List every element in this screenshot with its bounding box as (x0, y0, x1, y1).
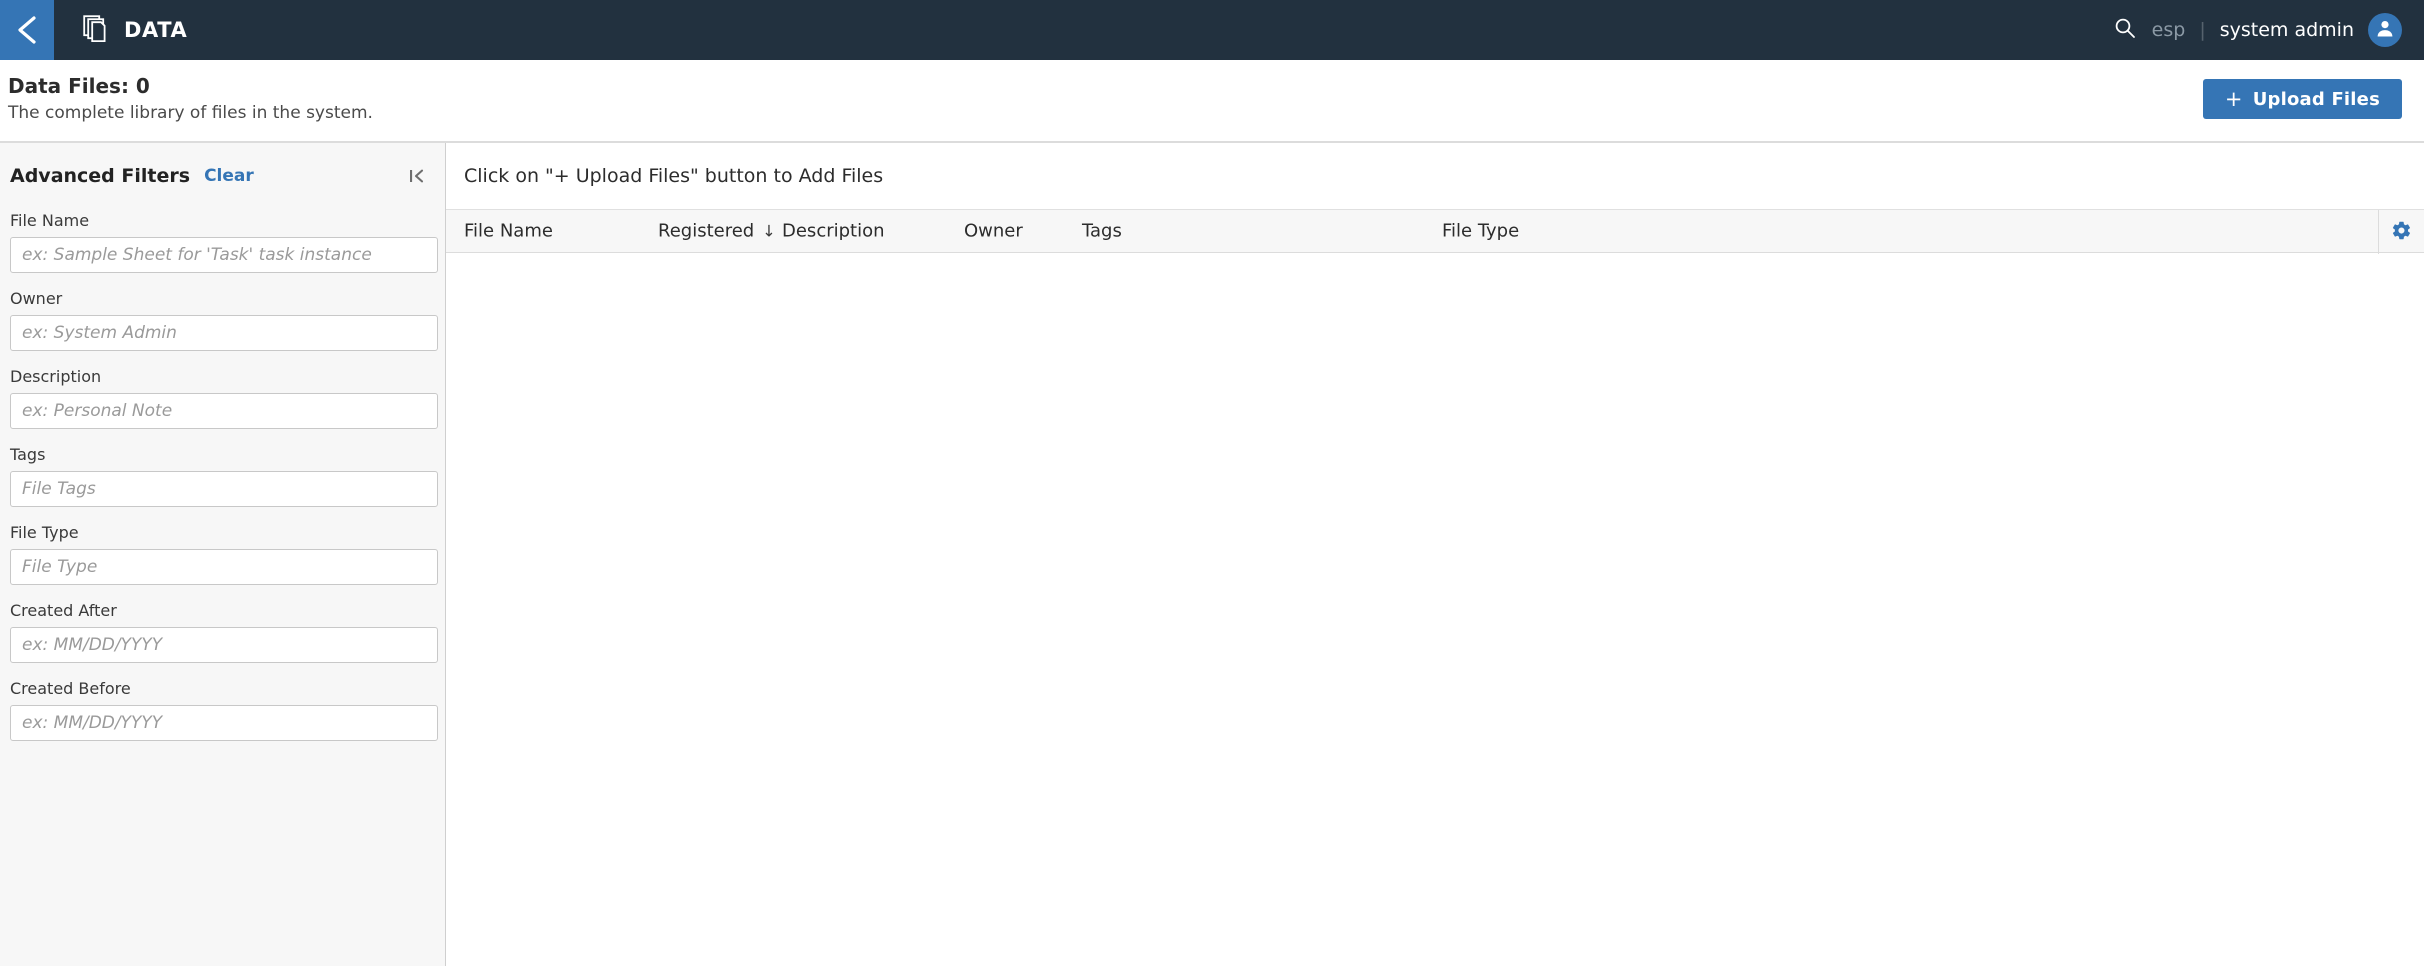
filter-input-file-type[interactable] (10, 549, 438, 585)
page-app-title: DATA (124, 18, 188, 42)
column-label-file-type: File Type (1442, 220, 1520, 242)
collapse-panel-button[interactable] (407, 166, 427, 190)
column-header-tags[interactable]: Tags (1082, 221, 1122, 242)
filter-input-created-after[interactable] (10, 627, 438, 663)
filter-field-file-type: File Type (8, 523, 438, 585)
table-settings-button[interactable] (2378, 210, 2424, 254)
page-subtitle: The complete library of files in the sys… (8, 103, 373, 123)
search-icon (2114, 17, 2136, 43)
table-header-row: File Name Registered ↓ Description Owner… (446, 209, 2424, 254)
column-header-file-name[interactable]: File Name (464, 221, 553, 242)
data-files-table-area: Click on "+ Upload Files" button to Add … (446, 143, 2424, 966)
filter-label-description: Description (10, 367, 102, 386)
column-label-description: Description (782, 220, 885, 242)
language-link-esp[interactable]: esp (2152, 19, 2186, 41)
filter-label-file-type: File Type (10, 523, 79, 542)
table-body (446, 253, 2424, 966)
column-header-registered[interactable]: Registered ↓ (658, 221, 776, 242)
filter-label-tags: Tags (10, 445, 46, 464)
clear-filters-button[interactable]: Clear (204, 166, 254, 186)
app-header: DATA esp | system admin (0, 0, 2424, 60)
column-label-file-name: File Name (464, 220, 553, 242)
filter-field-created-before: Created Before (8, 679, 438, 741)
filter-field-owner: Owner (8, 289, 438, 351)
collapse-panel-left-icon (407, 166, 427, 190)
page-header: Data Files: 0 The complete library of fi… (0, 60, 2424, 143)
upload-files-label: Upload Files (2252, 88, 2380, 110)
advanced-filters-panel: Advanced Filters Clear File Name Owner D… (0, 143, 446, 966)
filter-label-created-after: Created After (10, 601, 117, 620)
column-label-tags: Tags (1082, 220, 1122, 242)
filter-input-created-before[interactable] (10, 705, 438, 741)
filter-field-description: Description (8, 367, 438, 429)
avatar[interactable] (2368, 13, 2402, 47)
back-button[interactable] (0, 0, 54, 60)
search-button[interactable] (2108, 13, 2142, 47)
current-user-name[interactable]: system admin (2220, 19, 2354, 41)
filter-label-owner: Owner (10, 289, 63, 308)
filter-input-tags[interactable] (10, 471, 438, 507)
column-header-description[interactable]: Description (782, 221, 885, 242)
filter-label-file-name: File Name (10, 211, 90, 230)
advanced-filters-title: Advanced Filters (10, 165, 191, 187)
page-body: Advanced Filters Clear File Name Owner D… (0, 143, 2424, 966)
filter-field-tags: Tags (8, 445, 438, 507)
header-separator: | (2199, 19, 2206, 41)
filter-input-file-name[interactable] (10, 237, 438, 273)
files-stack-icon (82, 14, 110, 46)
page-header-text: Data Files: 0 The complete library of fi… (8, 73, 373, 125)
column-header-owner[interactable]: Owner (964, 221, 1023, 242)
filter-label-created-before: Created Before (10, 679, 131, 698)
filter-field-file-name: File Name (8, 211, 438, 273)
filter-field-created-after: Created After (8, 601, 438, 663)
filter-input-description[interactable] (10, 393, 438, 429)
plus-icon: + (2224, 86, 2243, 111)
column-label-owner: Owner (964, 220, 1023, 242)
sort-descending-icon: ↓ (762, 221, 776, 241)
empty-state-message: Click on "+ Upload Files" button to Add … (464, 165, 884, 187)
advanced-filters-header: Advanced Filters Clear (8, 165, 431, 187)
app-header-actions: esp | system admin (2108, 0, 2424, 60)
column-header-file-type[interactable]: File Type (1442, 221, 1519, 242)
chevron-left-icon (14, 15, 40, 45)
page-title: Data Files: 0 (8, 74, 150, 98)
gear-icon (2391, 220, 2412, 245)
upload-files-button[interactable]: + Upload Files (2202, 79, 2402, 119)
app-title-group: DATA (82, 14, 187, 46)
column-label-registered: Registered (658, 220, 755, 242)
user-avatar-icon (2374, 17, 2396, 43)
filter-input-owner[interactable] (10, 315, 438, 351)
